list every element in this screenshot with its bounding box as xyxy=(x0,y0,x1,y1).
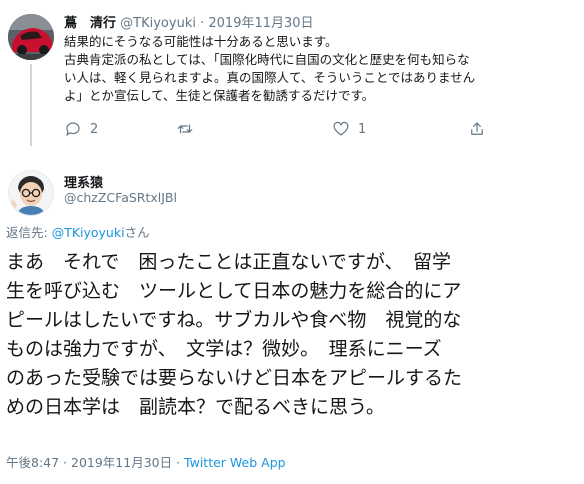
main-text-line: まあ それで 困ったことは正直ないですが、 留学 xyxy=(6,251,451,273)
main-avatar[interactable] xyxy=(8,170,54,216)
main-tweet-text: まあ それで 困ったことは正直ないですが、 留学 生を呼び込む ツールとして日本… xyxy=(6,248,578,422)
parent-text-line: い人は、軽く見られますよ。真の国際人て、そういうことではありません xyxy=(64,70,476,85)
tweet-time[interactable]: 午後8:47 xyxy=(6,455,59,470)
footer-separator: · xyxy=(59,455,71,470)
main-text-line: のあった受験では要らないけど日本をアピールするた xyxy=(6,367,463,389)
reply-icon xyxy=(66,122,80,136)
reply-to-suffix: さん xyxy=(124,225,150,240)
like-button[interactable]: 1 xyxy=(332,120,366,138)
main-author-handle[interactable]: @chzZCFaSRtxlJBl xyxy=(64,190,177,205)
main-text-line: めの日本学は 副読本？で配るべきに思う。 xyxy=(6,396,385,418)
car-photo-image xyxy=(8,14,54,60)
reply-count: 2 xyxy=(90,121,99,137)
retweet-button[interactable] xyxy=(176,120,202,138)
parent-tweet[interactable]: 蔦 清行 @TKiyoyuki · 2019年11月30日 結果的にそうなる可能… xyxy=(0,0,584,152)
parent-author-name[interactable]: 蔦 清行 xyxy=(64,16,116,31)
main-author-name[interactable]: 理系猿 xyxy=(64,172,103,191)
reply-button[interactable]: 2 xyxy=(64,120,98,138)
reply-to-prefix: 返信先: xyxy=(6,225,52,240)
heart-icon xyxy=(333,121,349,136)
cartoon-person-avatar xyxy=(9,171,53,215)
parent-tweet-header: 蔦 清行 @TKiyoyuki · 2019年11月30日 xyxy=(64,12,314,31)
main-text-line: 生を呼び込む ツールとして日本の魅力を総合的にア xyxy=(6,280,462,302)
client-separator: · xyxy=(172,455,185,470)
parent-tweet-text: 結果的にそうなる可能性は十分あると思います。 古典肯定派の私としては、「国際化時… xyxy=(64,33,570,105)
retweet-icon xyxy=(177,124,193,134)
thread-connector-line xyxy=(30,64,32,146)
main-tweet: 理系猿 @chzZCFaSRtxlJBl 返信先: @TKiyoyukiさん ま… xyxy=(0,152,584,484)
parent-author-handle[interactable]: @TKiyoyuki xyxy=(120,16,196,31)
reply-to-mention-link[interactable]: @TKiyoyuki xyxy=(52,225,125,240)
client-link[interactable]: Twitter Web App xyxy=(184,455,286,470)
parent-avatar[interactable] xyxy=(8,14,54,60)
reply-to-line: 返信先: @TKiyoyukiさん xyxy=(6,222,150,241)
main-text-line: ものは強力ですが、 文学は？微妙。 理系にニーズ xyxy=(6,338,442,360)
tweet-date[interactable]: 2019年11月30日 xyxy=(71,455,172,470)
like-count: 1 xyxy=(358,121,367,137)
parent-text-line: よ」とか宣伝して、生徒と保護者を勧誘するだけです。 xyxy=(64,88,375,103)
parent-tweet-actions: 2 1 xyxy=(64,120,504,142)
share-icon xyxy=(471,122,483,135)
parent-text-line: 古典肯定派の私としては、「国際化時代に自国の文化と歴史を何も知らな xyxy=(64,52,470,67)
tweet-timestamp-footer: 午後8:47 · 2019年11月30日 · Twitter Web App xyxy=(6,452,286,471)
main-text-line: ピールはしたいですね。サブカルや食べ物 視覚的な xyxy=(6,309,462,331)
parent-text-line: 結果的にそうなる可能性は十分あると思います。 xyxy=(64,34,338,49)
parent-tweet-date[interactable]: 2019年11月30日 xyxy=(208,16,313,31)
share-button[interactable] xyxy=(468,120,486,138)
